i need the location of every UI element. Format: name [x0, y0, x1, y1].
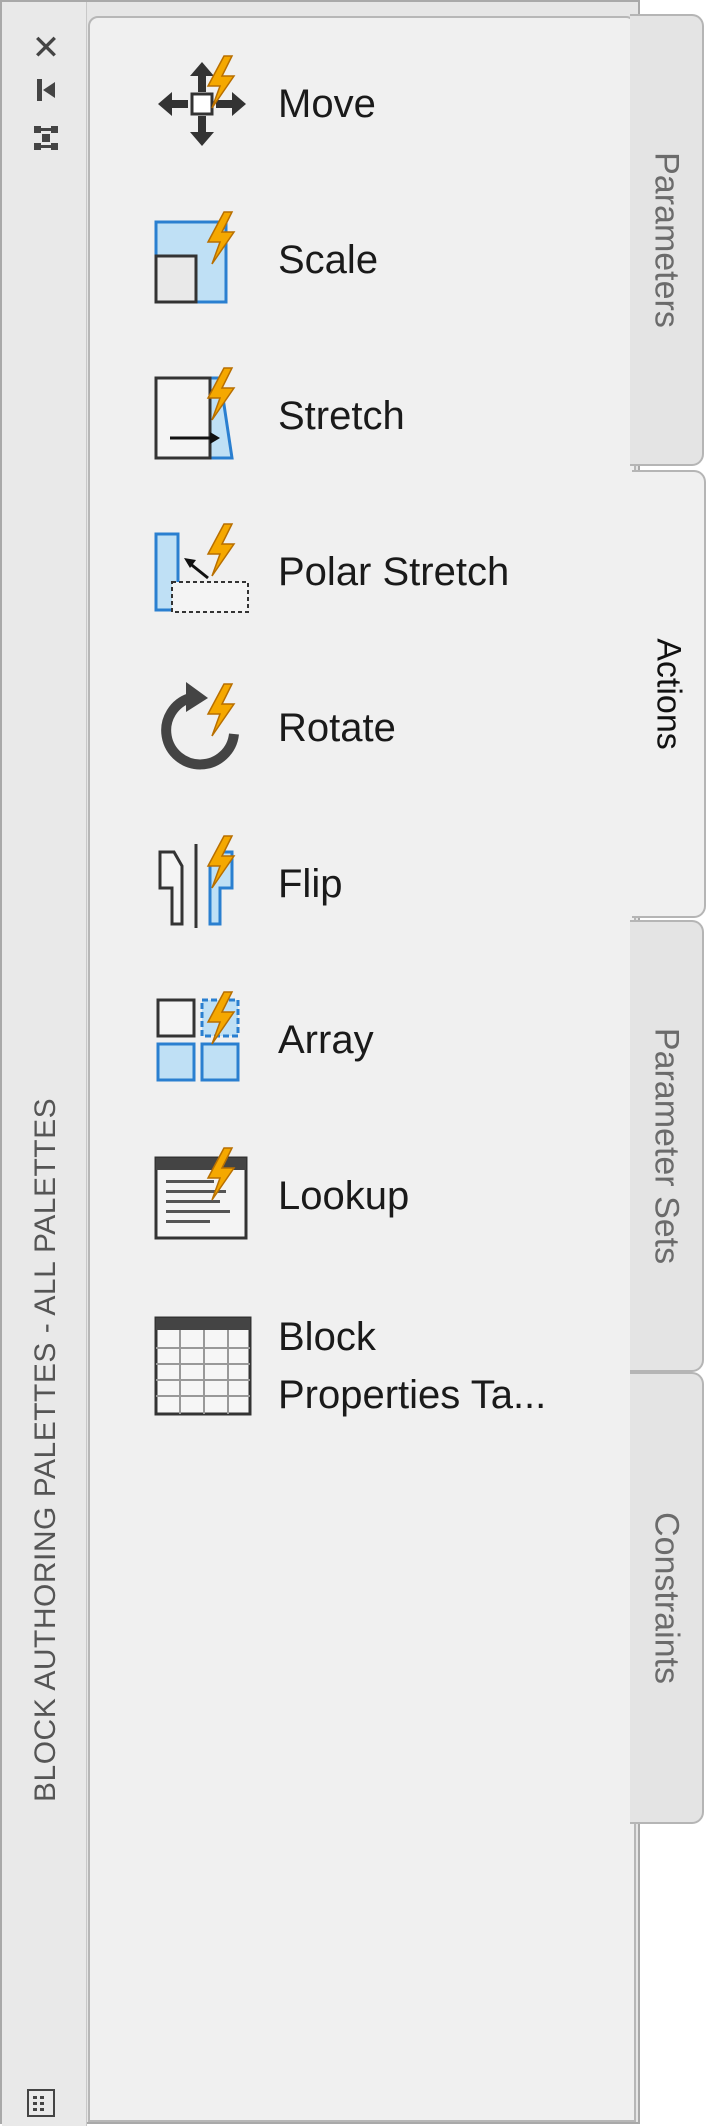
polar-stretch-action-icon [150, 520, 254, 624]
palette-list-icon[interactable] [26, 2088, 56, 2118]
scale-action-icon [150, 208, 254, 312]
tool-stretch[interactable]: Stretch [150, 364, 405, 468]
tool-move[interactable]: Move [150, 52, 376, 156]
palette-title-strip[interactable]: ✕ BLOCK AUTHORING PALETTES - ALL PALETTE… [2, 2, 87, 2126]
flip-action-icon [150, 832, 254, 936]
tab-actions[interactable]: Actions [632, 470, 706, 918]
tab-label: Parameters [647, 152, 686, 328]
actions-panel: Move Scale Stretch Polar Stretch Rotate … [88, 16, 636, 2122]
move-action-icon [150, 52, 254, 156]
tool-label-line-2: Properties Ta... [278, 1373, 547, 1417]
close-icon[interactable]: ✕ [28, 30, 64, 66]
tool-rotate[interactable]: Rotate [150, 676, 396, 780]
tab-constraints[interactable]: Constraints [630, 1372, 704, 1824]
tool-palette-window: ✕ BLOCK AUTHORING PALETTES - ALL PALETTE… [0, 0, 640, 2126]
tool-flip[interactable]: Flip [150, 832, 342, 936]
tab-parameters[interactable]: Parameters [630, 14, 704, 466]
tab-label: Parameter Sets [647, 1027, 686, 1265]
tab-label: Constraints [647, 1512, 686, 1684]
stretch-action-icon [150, 364, 254, 468]
lookup-action-icon [150, 1144, 254, 1248]
tool-block-properties-table[interactable]: Block Properties Ta... [150, 1308, 546, 1424]
autohide-icon[interactable] [28, 72, 64, 108]
rotate-action-icon [150, 676, 254, 780]
tool-lookup[interactable]: Lookup [150, 1144, 409, 1248]
tool-label: Polar Stretch [278, 550, 510, 594]
tool-scale[interactable]: Scale [150, 208, 378, 312]
tool-label: Scale [278, 238, 379, 282]
array-action-icon [150, 988, 254, 1092]
tool-label: Rotate [278, 706, 396, 750]
tool-polar-stretch[interactable]: Polar Stretch [150, 520, 509, 624]
tool-label: Stretch [278, 394, 405, 438]
tab-label: Actions [649, 638, 688, 750]
tool-label: Array [278, 1018, 374, 1062]
tool-label: Move [278, 82, 376, 126]
properties-icon[interactable] [28, 120, 64, 156]
tab-parameter-sets[interactable]: Parameter Sets [630, 920, 704, 1372]
tool-label: Flip [278, 862, 343, 906]
tool-label-line-1: Block [278, 1315, 376, 1359]
tool-label: Lookup [278, 1174, 410, 1218]
block-properties-table-icon [150, 1314, 254, 1418]
tool-array[interactable]: Array [150, 988, 374, 1092]
tool-label: Block Properties Ta... [278, 1308, 546, 1424]
